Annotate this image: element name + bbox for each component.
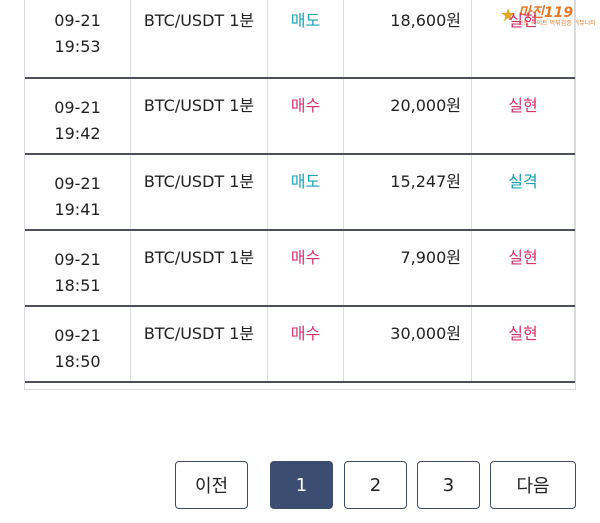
- table-row: 09-21 18:50 BTC/USDT 1분 매수 30,000원 실현: [25, 307, 575, 383]
- next-page-button[interactable]: 다음: [490, 461, 576, 509]
- amount-cell: 20,000원: [344, 79, 472, 154]
- order-side-cell: 매수: [268, 79, 344, 154]
- trade-time-cell: 09-21 18:50: [25, 307, 131, 382]
- trade-time-cell: 09-21 19:42: [25, 79, 131, 154]
- page-3-button[interactable]: 3: [417, 461, 480, 509]
- trade-time: 18:50: [54, 352, 101, 371]
- amount-cell: 18,600원: [344, 0, 472, 78]
- symbol-cell: BTC/USDT 1분: [131, 155, 268, 230]
- trade-time: 19:42: [54, 124, 101, 143]
- page-1-button[interactable]: 1: [270, 461, 333, 509]
- symbol-cell: BTC/USDT 1분: [131, 79, 268, 154]
- result-cell: 실현: [472, 79, 575, 154]
- trade-time-cell: 09-21 19:41: [25, 155, 131, 230]
- table-row: 09-21 18:51 BTC/USDT 1분 매수 7,900원 실현: [25, 231, 575, 307]
- trade-date: 09-21: [54, 11, 101, 30]
- page-2-button[interactable]: 2: [344, 461, 407, 509]
- table-row: 09-21 19:41 BTC/USDT 1분 매도 15,247원 실격: [25, 155, 575, 231]
- trade-time-cell: 09-21 18:51: [25, 231, 131, 306]
- trade-time-cell: 09-21 19:53: [25, 0, 131, 78]
- row-divider: [25, 381, 575, 383]
- trade-history-table: 09-21 19:53 BTC/USDT 1분 매도 18,600원 실현 09-21 19:…: [24, 0, 576, 390]
- amount-cell: 30,000원: [344, 307, 472, 382]
- prev-page-button[interactable]: 이전: [175, 461, 248, 509]
- order-side-cell: 매도: [268, 0, 344, 78]
- table-row: 09-21 19:42 BTC/USDT 1분 매수 20,000원 실현: [25, 79, 575, 155]
- result-cell: 실격: [472, 155, 575, 230]
- amount-cell: 7,900원: [344, 231, 472, 306]
- amount-cell: 15,247원: [344, 155, 472, 230]
- order-side-cell: 매수: [268, 307, 344, 382]
- table-row: 09-21 19:53 BTC/USDT 1분 매도 18,600원 실현: [25, 0, 575, 79]
- symbol-cell: BTC/USDT 1분: [131, 0, 268, 78]
- symbol-cell: BTC/USDT 1분: [131, 231, 268, 306]
- trade-time: 19:53: [54, 37, 101, 56]
- result-cell: 실현: [472, 231, 575, 306]
- symbol-cell: BTC/USDT 1분: [131, 307, 268, 382]
- order-side-cell: 매도: [268, 155, 344, 230]
- result-cell: 실현: [472, 0, 575, 78]
- order-side-cell: 매수: [268, 231, 344, 306]
- trade-date: 09-21: [54, 98, 101, 117]
- trade-date: 09-21: [54, 326, 101, 345]
- result-cell: 실현: [472, 307, 575, 382]
- trade-time: 18:51: [54, 276, 101, 295]
- trade-time: 19:41: [54, 200, 101, 219]
- trade-date: 09-21: [54, 250, 101, 269]
- trade-date: 09-21: [54, 174, 101, 193]
